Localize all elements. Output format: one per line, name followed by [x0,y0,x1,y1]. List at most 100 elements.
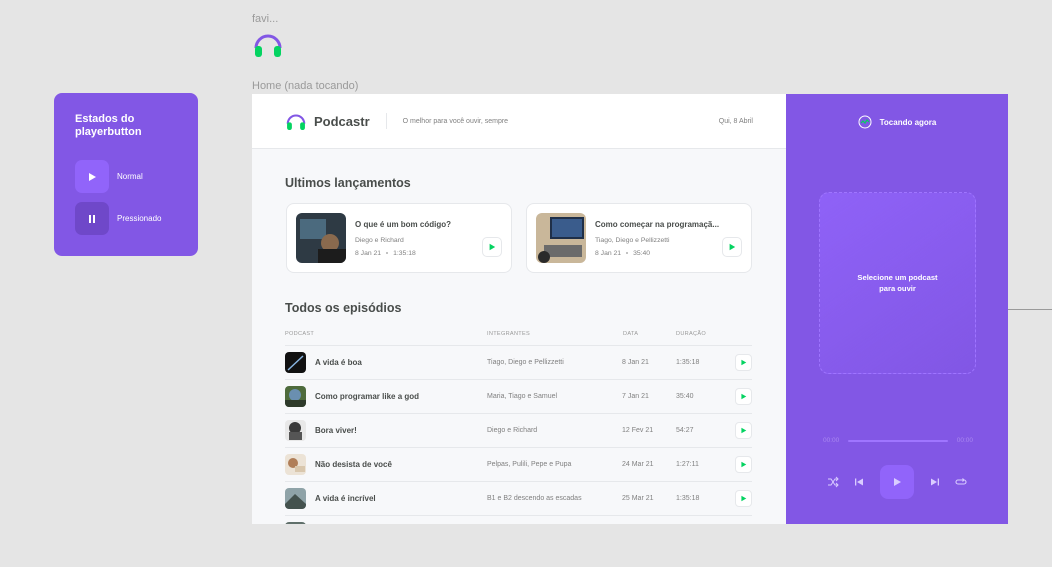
pause-button-pressed[interactable] [75,202,109,235]
play-button[interactable] [735,422,752,439]
next-icon [931,478,939,486]
play-button[interactable] [735,388,752,405]
row-date: 7 Jan 21 [622,393,649,400]
card-members: Diego e Richard [355,236,404,244]
play-button[interactable] [735,354,752,371]
row-title[interactable]: A vida é incrível [315,494,376,503]
play-button-normal[interactable] [75,160,109,193]
card-title[interactable]: Como começar na programaçã... [595,220,722,229]
home-frame-label: Home (nada tocando) [252,80,359,92]
state-pressed-label: Pressionado [117,214,162,223]
column-header-podcast: PODCAST [285,331,315,337]
row-members: Maria, Tiago e Samuel [487,393,558,400]
all-episodes-title: Todos os episódios [285,301,402,315]
row-members: B1 e B2 descendo as escadas [487,495,582,502]
row-duration: 1:35:18 [676,359,700,366]
row-title[interactable]: A vida é boa [315,358,362,367]
player-header-label: Tocando agora [879,117,937,127]
table-row[interactable]: Não desista de você Pelpas, Pulili, Pepe… [285,447,752,481]
card-meta: 8 Jan 21 1:35:18 [355,250,482,257]
row-date: 12 Fev 21 [622,427,654,434]
card-date: 8 Jan 21 [595,249,622,257]
previous-button[interactable] [852,475,866,489]
row-title[interactable]: Bora viver! [315,426,357,435]
total-time: 00:00 [956,437,973,444]
player-controls [786,465,1008,499]
state-normal-label: Normal [117,172,143,181]
logo-text[interactable]: Podcastr [314,114,370,129]
row-duration: 1:27:11 [676,461,699,468]
play-icon [489,243,496,251]
row-date: 8 Jan 21 [622,359,649,366]
row-members: Pelpas, Pulili, Pepe e Pupa [487,461,572,468]
card-date: 8 Jan 21 [355,249,382,257]
state-pressed: Pressionado [75,202,161,235]
table-row[interactable]: Como programar like a god Maria, Tiago e… [285,379,752,413]
play-icon [729,243,736,251]
row-title[interactable]: Como programar like a god [315,392,419,401]
play-icon [741,495,747,502]
table-row[interactable]: A vida é boa Tiago, Diego e Pellizzetti … [285,345,752,379]
repeat-icon [955,478,967,485]
playerbutton-states-panel: Estados do playerbutton Normal Pressiona… [54,93,198,256]
tagline: O melhor para você ouvir, sempre [402,117,509,125]
play-button[interactable] [735,456,752,473]
episode-thumbnail [285,352,306,373]
header-divider [385,113,387,129]
play-button[interactable] [735,490,752,507]
play-button[interactable] [722,237,742,257]
shuffle-button[interactable] [826,475,840,489]
progress-bar: 00:00 00:00 [823,437,973,444]
play-icon [741,359,747,366]
card-duration: 35:40 [633,249,651,257]
episode-thumbnail [285,454,306,475]
shuffle-icon [828,476,839,488]
player-panel: Tocando agora Selecione um podcast para … [786,94,1008,524]
card-members: Tiago, Diego e Pellizzetti [595,236,670,244]
empty-player-placeholder: Selecione um podcast para ouvir [819,192,976,374]
episode-thumbnail [296,213,346,263]
table-row[interactable] [285,515,752,524]
episode-thumbnail [285,386,306,407]
favicon-frame-label: favi... [252,13,279,25]
play-icon [89,172,96,181]
player-header: Tocando agora [786,115,1008,129]
repeat-button[interactable] [954,475,968,489]
card-meta: 8 Jan 21 35:40 [595,250,722,257]
row-members: Tiago, Diego e Pellizzetti [487,359,564,366]
row-date: 25 Mar 21 [622,495,654,502]
play-icon [741,427,747,434]
latest-episodes-title: Ultimos lançamentos [285,176,411,190]
table-row[interactable]: A vida é incrível B1 e B2 descendo as es… [285,481,752,515]
latest-episode-card[interactable]: O que é um bom código? Diego e Richard 8… [286,203,512,273]
previous-icon [855,478,863,486]
next-button[interactable] [928,475,942,489]
current-date: Qui, 8 Abril [718,117,753,125]
connector-line [1008,309,1052,310]
current-time: 00:00 [823,437,840,444]
row-duration: 35:40 [676,393,694,400]
play-icon [741,461,747,468]
column-header-duration: DURAÇÃO [676,331,707,337]
pause-icon [89,214,95,223]
row-duration: 1:35:18 [676,495,700,502]
app-window: Podcastr O melhor para você ouvir, sempr… [252,94,1008,524]
episode-thumbnail [285,420,306,441]
latest-episode-card[interactable]: Como começar na programaçã... Tiago, Die… [526,203,752,273]
card-title[interactable]: O que é um bom código? [355,220,482,229]
play-button[interactable] [482,237,502,257]
play-icon [741,393,747,400]
card-info: Como começar na programaçã... Tiago, Die… [595,220,722,257]
card-duration: 1:35:18 [393,249,416,257]
progress-slider[interactable] [848,439,948,442]
empty-player-text: Selecione um podcast para ouvir [857,273,938,293]
card-info: O que é um bom código? Diego e Richard 8… [355,220,482,257]
play-button[interactable] [880,465,914,499]
separator-dot [386,252,389,254]
column-header-date: DATA [623,331,639,337]
row-duration: 54:27 [676,427,694,434]
state-normal: Normal [75,160,143,193]
row-title[interactable]: Não desista de você [315,460,392,469]
table-row[interactable]: Bora viver! Diego e Richard 12 Fev 21 54… [285,413,752,447]
column-header-members: INTEGRANTES [487,331,531,337]
